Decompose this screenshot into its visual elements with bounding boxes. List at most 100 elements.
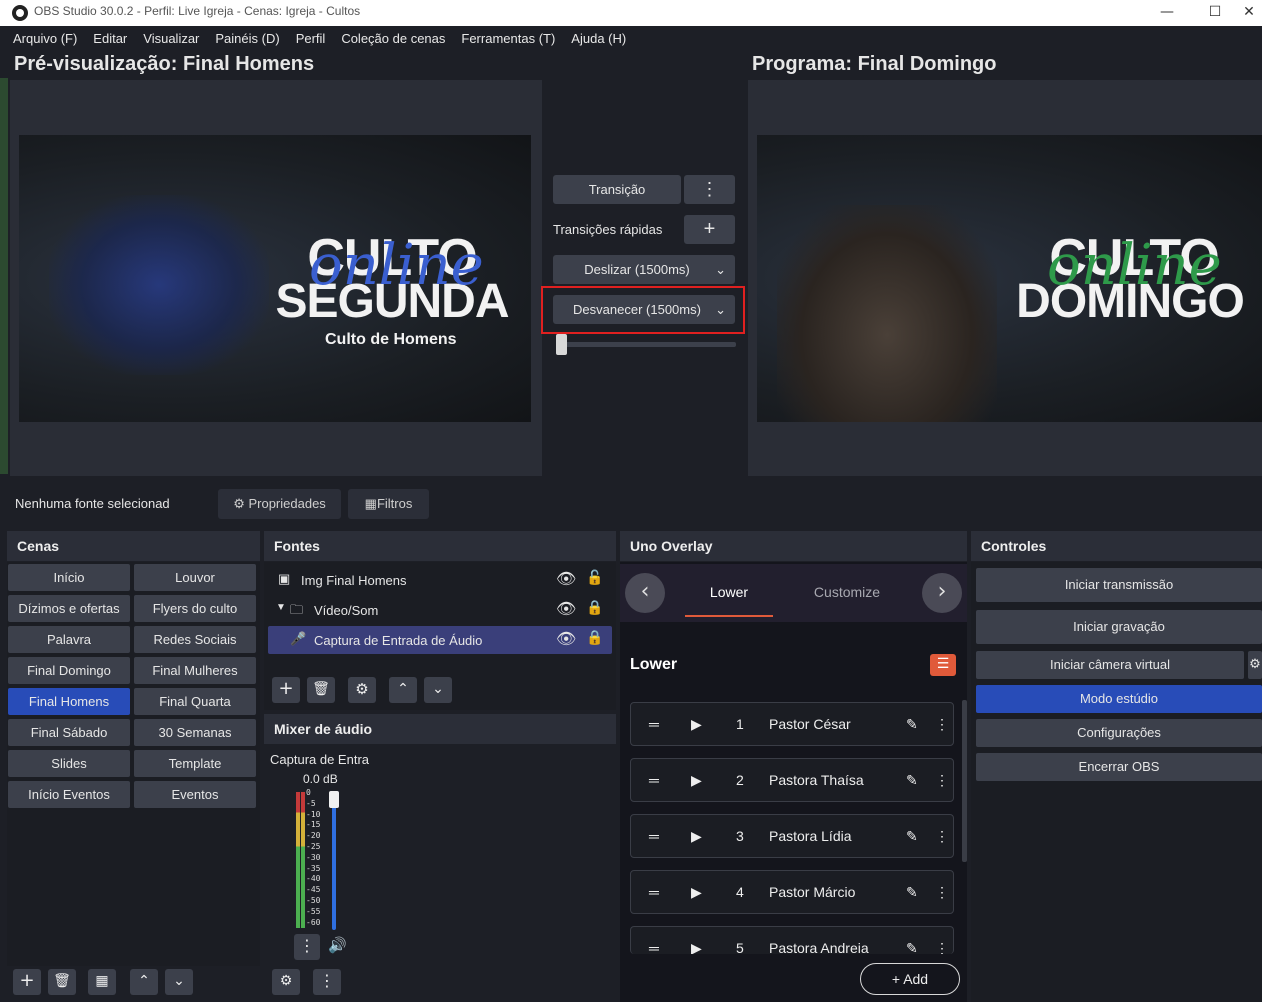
settings-button[interactable]: Configurações: [976, 719, 1262, 747]
kebab-menu-icon[interactable]: ⋮: [935, 772, 949, 789]
expand-arrow-icon[interactable]: ▼: [276, 602, 286, 613]
edit-icon[interactable]: ✎: [906, 884, 918, 901]
transition-button[interactable]: Transição: [553, 175, 681, 204]
lower-item-3[interactable]: ═ ▶ 3 Pastora Lídia ✎ ⋮: [630, 814, 954, 858]
exit-button[interactable]: Encerrar OBS: [976, 753, 1262, 781]
add-quick-transition-button[interactable]: +: [684, 215, 735, 244]
studio-mode-button[interactable]: Modo estúdio: [976, 685, 1262, 713]
transition-menu-button[interactable]: ⋮: [684, 175, 735, 204]
add-source-button[interactable]: +: [272, 677, 300, 703]
uno-prev-button[interactable]: ‹: [625, 573, 665, 613]
edit-icon[interactable]: ✎: [906, 772, 918, 789]
edit-icon[interactable]: ✎: [906, 716, 918, 733]
properties-button[interactable]: ⚙ Propriedades: [218, 489, 341, 519]
remove-source-button[interactable]: 🗑: [307, 677, 335, 703]
scene-final-mulheres[interactable]: Final Mulheres: [134, 657, 256, 684]
drag-handle-icon[interactable]: ═: [649, 828, 659, 844]
eye-icon[interactable]: 👁: [556, 599, 576, 619]
drag-handle-icon[interactable]: ═: [649, 772, 659, 788]
source-img-final-homens[interactable]: ▣ Img Final Homens 👁 🔓: [268, 566, 612, 594]
mixer-settings-button[interactable]: ⚙: [272, 969, 300, 995]
tbar-handle[interactable]: [556, 334, 567, 355]
menu-view[interactable]: Visualizar: [135, 26, 207, 52]
menu-help[interactable]: Ajuda (H): [563, 26, 634, 52]
uno-tab-customize[interactable]: Customize: [800, 584, 894, 600]
scene-palavra[interactable]: Palavra: [8, 626, 130, 653]
close-button[interactable]: ✕: [1236, 0, 1262, 26]
volume-slider-track[interactable]: [332, 800, 336, 930]
speaker-icon[interactable]: 🔊: [328, 936, 347, 954]
lock-icon[interactable]: 🔒: [586, 629, 603, 646]
kebab-menu-icon[interactable]: ⋮: [935, 828, 949, 845]
move-source-down-button[interactable]: ⌄: [424, 677, 452, 703]
start-virtual-camera-button[interactable]: Iniciar câmera virtual: [976, 651, 1244, 679]
virtual-camera-settings-button[interactable]: ⚙: [1248, 651, 1262, 679]
scene-eventos[interactable]: Eventos: [134, 781, 256, 808]
move-scene-up-button[interactable]: ⌃: [130, 969, 158, 995]
uno-tab-lower[interactable]: Lower: [685, 584, 773, 600]
drag-handle-icon[interactable]: ═: [649, 884, 659, 900]
minimize-button[interactable]: —: [1144, 0, 1190, 26]
play-icon[interactable]: ▶: [691, 884, 702, 901]
scene-redes-sociais[interactable]: Redes Sociais: [134, 626, 256, 653]
scene-final-quarta[interactable]: Final Quarta: [134, 688, 256, 715]
kebab-menu-icon[interactable]: ⋮: [935, 940, 949, 954]
menu-scene-collection[interactable]: Coleção de cenas: [333, 26, 453, 52]
play-icon[interactable]: ▶: [691, 716, 702, 733]
menu-file[interactable]: Arquivo (F): [5, 26, 85, 52]
scene-dizimos[interactable]: Dízimos e ofertas: [8, 595, 130, 622]
add-scene-button[interactable]: +: [13, 969, 41, 995]
drag-handle-icon[interactable]: ═: [649, 940, 659, 954]
maximize-button[interactable]: ☐: [1192, 0, 1238, 26]
move-source-up-button[interactable]: ⌃: [389, 677, 417, 703]
menu-tools[interactable]: Ferramentas (T): [453, 26, 563, 52]
lower-item-2[interactable]: ═ ▶ 2 Pastora Thaísa ✎ ⋮: [630, 758, 954, 802]
kebab-menu-icon[interactable]: ⋮: [935, 884, 949, 901]
source-captura-audio[interactable]: 🎤 Captura de Entrada de Áudio 👁 🔒: [268, 626, 612, 654]
start-recording-button[interactable]: Iniciar gravação: [976, 610, 1262, 644]
scene-flyers[interactable]: Flyers do culto: [134, 595, 256, 622]
uno-add-button[interactable]: + Add: [860, 963, 960, 995]
drag-handle-icon[interactable]: ═: [649, 716, 659, 732]
menu-edit[interactable]: Editar: [85, 26, 135, 52]
mixer-menu-button[interactable]: ⋮: [313, 969, 341, 995]
source-properties-button[interactable]: ⚙: [348, 677, 376, 703]
scene-final-sabado[interactable]: Final Sábado: [8, 719, 130, 746]
play-icon[interactable]: ▶: [691, 772, 702, 789]
list-menu-icon[interactable]: ☰: [930, 654, 956, 676]
lower-item-4[interactable]: ═ ▶ 4 Pastor Márcio ✎ ⋮: [630, 870, 954, 914]
uno-scrollbar[interactable]: [962, 700, 967, 862]
volume-slider-handle[interactable]: [329, 791, 339, 808]
scene-30-semanas[interactable]: 30 Semanas: [134, 719, 256, 746]
kebab-menu-icon[interactable]: ⋮: [935, 716, 949, 733]
source-video-som[interactable]: ▼ 🗀 Vídeo/Som 👁 🔒: [268, 596, 612, 624]
scene-final-domingo[interactable]: Final Domingo: [8, 657, 130, 684]
scene-final-homens[interactable]: Final Homens: [8, 688, 130, 715]
scene-template[interactable]: Template: [134, 750, 256, 777]
lock-icon[interactable]: 🔒: [586, 599, 603, 616]
filters-button[interactable]: ▦Filtros: [348, 489, 429, 519]
scene-louvor[interactable]: Louvor: [134, 564, 256, 591]
menu-docks[interactable]: Painéis (D): [207, 26, 287, 52]
scene-filters-button[interactable]: ▦: [88, 969, 116, 995]
remove-scene-button[interactable]: 🗑: [48, 969, 76, 995]
lower-item-5[interactable]: ═ ▶ 5 Pastora Andreia ✎ ⋮: [630, 926, 954, 954]
fade-transition-select[interactable]: Desvanecer (1500ms) ⌄: [553, 295, 735, 324]
edit-icon[interactable]: ✎: [906, 828, 918, 845]
play-icon[interactable]: ▶: [691, 828, 702, 845]
lower-item-1[interactable]: ═ ▶ 1 Pastor César ✎ ⋮: [630, 702, 954, 746]
move-scene-down-button[interactable]: ⌄: [165, 969, 193, 995]
uno-next-button[interactable]: ›: [922, 573, 962, 613]
play-icon[interactable]: ▶: [691, 940, 702, 954]
mixer-channel-menu-button[interactable]: ⋮: [294, 934, 320, 960]
unlock-icon[interactable]: 🔓: [586, 569, 603, 586]
start-streaming-button[interactable]: Iniciar transmissão: [976, 568, 1262, 602]
scene-inicio[interactable]: Início: [8, 564, 130, 591]
edit-icon[interactable]: ✎: [906, 940, 918, 954]
eye-icon[interactable]: 👁: [556, 569, 576, 589]
menu-profile[interactable]: Perfil: [288, 26, 334, 52]
eye-icon[interactable]: 👁: [556, 629, 576, 649]
tbar-track[interactable]: [556, 342, 736, 347]
scene-slides[interactable]: Slides: [8, 750, 130, 777]
scene-inicio-eventos[interactable]: Início Eventos: [8, 781, 130, 808]
